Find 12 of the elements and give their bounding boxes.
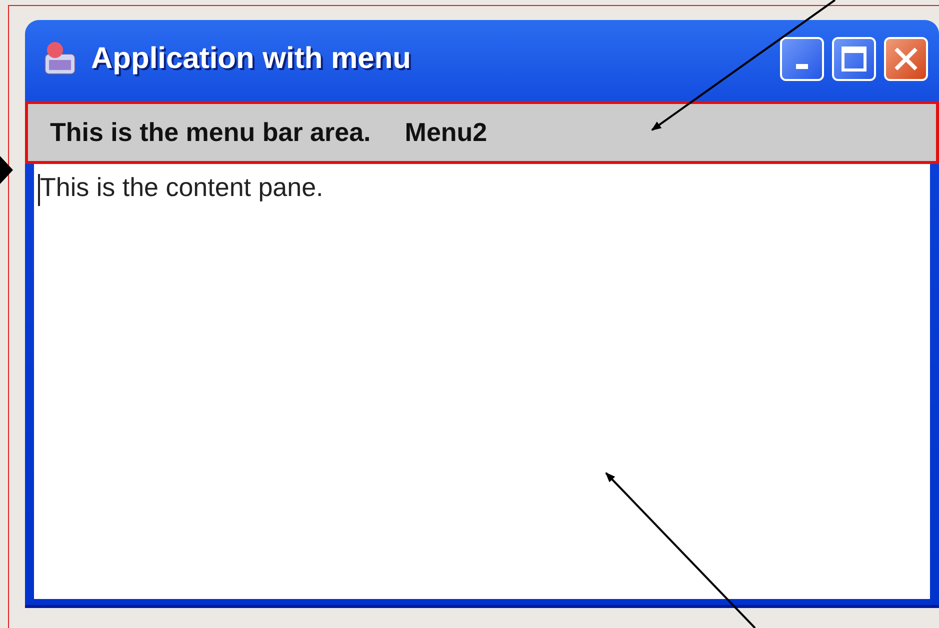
window-title: Application with menu (91, 42, 412, 76)
text-cursor (38, 174, 40, 206)
menu-item[interactable]: This is the menu bar area. (50, 117, 371, 148)
content-text: This is the content pane. (40, 172, 324, 203)
menu-item[interactable]: Menu2 (404, 117, 488, 148)
maximize-icon (840, 45, 868, 73)
minimize-button[interactable] (780, 37, 824, 81)
maximize-button[interactable] (832, 37, 876, 81)
minimize-icon (796, 64, 808, 68)
close-icon (892, 45, 920, 73)
arrowhead (0, 156, 13, 184)
close-button[interactable] (884, 37, 928, 81)
